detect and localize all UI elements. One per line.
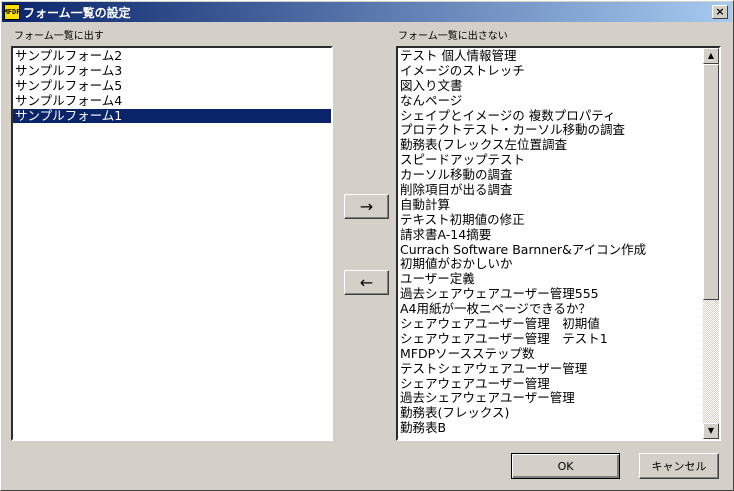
hidden-form-item[interactable]: Currach Software Barnner&アイコン作成: [398, 242, 703, 258]
arrow-right-icon: →: [359, 197, 374, 216]
shown-form-item[interactable]: サンプルフォーム2: [13, 48, 331, 64]
shown-forms-listbox[interactable]: サンプルフォーム2 サンプルフォーム3 サンプルフォーム5 サンプルフォーム4 サンプル…: [11, 46, 333, 441]
hidden-form-item[interactable]: テスト 個人情報管理: [398, 48, 703, 64]
hidden-form-item[interactable]: シェイプとイメージの 複数プロパティ: [398, 108, 703, 124]
form-list-settings-dialog: MFDP フォーム一覧の設定 × フォーム一覧に出す フォーム一覧に出さない サ…: [0, 0, 734, 491]
hidden-form-item[interactable]: 過去シェアウェアユーザー管理555: [398, 286, 703, 302]
hidden-form-item[interactable]: イメージのストレッチ: [398, 63, 703, 79]
hidden-form-item[interactable]: ユーザー定義: [398, 271, 703, 287]
hidden-form-item[interactable]: シェアウェアユーザー管理 テスト1: [398, 331, 703, 347]
hidden-form-item[interactable]: MFDPソースステップ数: [398, 346, 703, 362]
move-left-button[interactable]: ←: [344, 270, 389, 295]
move-right-button[interactable]: →: [344, 194, 389, 219]
shown-form-item[interactable]: サンプルフォーム4: [13, 93, 331, 109]
ok-button-label: OK: [557, 459, 574, 473]
triangle-down-icon: ▼: [707, 426, 715, 435]
hidden-form-item[interactable]: A4用紙が一枚ニページできるか？: [398, 301, 703, 317]
hidden-form-item[interactable]: 勤務表B: [398, 420, 703, 436]
shown-form-item[interactable]: サンプルフォーム5: [13, 78, 331, 94]
hidden-forms-label: フォーム一覧に出さない: [398, 31, 508, 42]
hidden-form-item[interactable]: 請求書A-14摘要: [398, 227, 703, 243]
hidden-form-item[interactable]: 初期値がおかしいか: [398, 257, 703, 272]
hidden-form-item[interactable]: 自動計算: [398, 197, 703, 213]
hidden-form-item[interactable]: カーソル移動の調査: [398, 167, 703, 183]
scrollbar-thumb[interactable]: [703, 64, 719, 300]
ok-button[interactable]: OK: [511, 453, 620, 479]
title-bar: MFDP フォーム一覧の設定 ×: [2, 2, 732, 22]
close-button[interactable]: ×: [712, 5, 728, 19]
arrow-left-icon: ←: [359, 273, 374, 292]
scroll-up-button[interactable]: ▲: [703, 48, 719, 64]
shown-form-item[interactable]: サンプルフォーム3: [13, 63, 331, 79]
hidden-form-item[interactable]: 図入り文書: [398, 78, 703, 94]
hidden-form-item[interactable]: シェアウェアユーザー管理: [398, 376, 703, 392]
hidden-form-item[interactable]: 削除項目が出る調査: [398, 182, 703, 198]
vertical-scrollbar[interactable]: ▲ ▼: [703, 48, 719, 439]
hidden-form-item[interactable]: 勤務表(フレックス左位置調査: [398, 137, 703, 153]
hidden-form-item[interactable]: スピードアップテスト: [398, 152, 703, 168]
shown-form-item[interactable]: サンプルフォーム1: [13, 108, 331, 124]
app-icon: MFDP: [4, 4, 20, 20]
hidden-form-item[interactable]: 勤務表(フレックス): [398, 405, 703, 421]
hidden-form-item[interactable]: テストシェアウェアユーザー管理: [398, 361, 703, 377]
hidden-forms-listbox[interactable]: テスト 個人情報管理 イメージのストレッチ 図入り文書 なんページ シェイプとイメージの…: [396, 46, 721, 441]
dialog-title: フォーム一覧の設定: [23, 5, 131, 20]
hidden-form-item[interactable]: なんページ: [398, 93, 703, 109]
hidden-form-item[interactable]: シェアウェアユーザー管理 初期値: [398, 316, 703, 332]
hidden-form-item[interactable]: 過去シェアウェアユーザー管理: [398, 391, 703, 406]
cancel-button[interactable]: キャンセル: [639, 453, 719, 479]
triangle-up-icon: ▲: [707, 51, 715, 60]
cancel-button-label: キャンセル: [651, 460, 707, 473]
hidden-form-item[interactable]: テキスト初期値の修正: [398, 212, 703, 228]
shown-forms-label: フォーム一覧に出す: [14, 31, 104, 42]
close-icon: ×: [715, 5, 725, 18]
scroll-down-button[interactable]: ▼: [703, 423, 719, 439]
hidden-form-item[interactable]: プロテクトテスト・カーソル移動の調査: [398, 123, 703, 138]
